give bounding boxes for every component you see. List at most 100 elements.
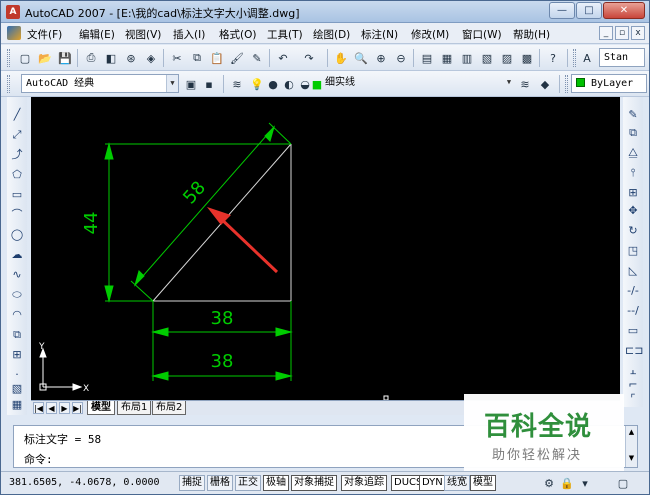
- tool-palettes-icon[interactable]: ▥: [459, 50, 475, 66]
- layer-manager-icon[interactable]: ≋: [229, 76, 245, 92]
- copy-icon[interactable]: ⧉: [189, 50, 205, 66]
- rectangle-icon[interactable]: ▭: [9, 187, 25, 203]
- text-style-combo[interactable]: Stan: [599, 48, 645, 67]
- text-style-icon[interactable]: A: [579, 50, 595, 66]
- osnap-toggle[interactable]: 对象捕捉: [291, 475, 337, 491]
- new-icon[interactable]: ▢: [17, 50, 33, 66]
- make-current-layer-icon[interactable]: ≋: [517, 76, 533, 92]
- erase-icon[interactable]: ✎: [625, 107, 641, 123]
- chevron-down-icon[interactable]: ▼: [503, 74, 515, 91]
- chevron-down-icon[interactable]: ▼: [166, 75, 178, 92]
- layer-lock-icon[interactable]: ◐: [281, 76, 297, 92]
- layer-freeze-icon[interactable]: ●: [265, 76, 281, 92]
- match-properties-icon[interactable]: 🖌: [229, 50, 245, 66]
- construction-line-icon[interactable]: ⤢: [9, 127, 25, 143]
- vertical-dimension-text[interactable]: 44: [81, 212, 102, 235]
- markup-icon[interactable]: ▨: [499, 50, 515, 66]
- paste-icon[interactable]: 📋: [209, 50, 225, 66]
- last-tab-button[interactable]: ▶|: [72, 402, 83, 414]
- hatch-icon[interactable]: ▧: [9, 381, 25, 397]
- tab-layout1[interactable]: 布局1: [117, 401, 152, 415]
- doc-close-button[interactable]: x: [631, 26, 645, 40]
- publish-icon[interactable]: ⊛: [123, 50, 139, 66]
- break-icon[interactable]: ▭: [625, 323, 641, 339]
- model-space-toggle[interactable]: 模型: [470, 475, 496, 491]
- menu-view[interactable]: 视图(V): [125, 27, 161, 42]
- autocad-app-icon[interactable]: A: [6, 5, 20, 19]
- save-icon[interactable]: 💾: [57, 50, 73, 66]
- layer-combo[interactable]: 细实线: [321, 74, 513, 93]
- workspace-settings-icon[interactable]: ▣: [183, 76, 199, 92]
- menu-draw[interactable]: 绘图(D): [313, 27, 350, 42]
- cursor-coordinates[interactable]: 381.6505, -4.0678, 0.0000: [9, 477, 160, 488]
- extend-icon[interactable]: --/: [625, 303, 641, 319]
- workspace-save-icon[interactable]: ▪: [201, 76, 217, 92]
- grid-toggle[interactable]: 栅格: [207, 475, 233, 491]
- otrack-toggle[interactable]: 对象追踪: [341, 475, 387, 491]
- join-icon[interactable]: ⊏⊐: [625, 343, 643, 359]
- line-icon[interactable]: ╱: [9, 107, 25, 123]
- tray-settings-icon[interactable]: ▾: [577, 475, 593, 491]
- workspace-combo[interactable]: AutoCAD 经典 ▼: [21, 74, 179, 93]
- prev-tab-button[interactable]: ◀: [46, 402, 57, 414]
- 3d-dwf-icon[interactable]: ◈: [143, 50, 159, 66]
- open-icon[interactable]: 📂: [37, 50, 53, 66]
- toolbar-grip[interactable]: [7, 49, 10, 67]
- circle-icon[interactable]: ◯: [9, 227, 25, 243]
- polar-toggle[interactable]: 极轴: [263, 475, 289, 491]
- menu-format[interactable]: 格式(O): [219, 27, 256, 42]
- block-editor-icon[interactable]: ✎: [249, 50, 265, 66]
- next-tab-button[interactable]: ▶: [59, 402, 70, 414]
- tab-model[interactable]: 模型: [87, 401, 115, 415]
- stretch-icon[interactable]: ◺: [625, 263, 641, 279]
- calculator-icon[interactable]: ▩: [519, 50, 535, 66]
- design-center-icon[interactable]: ▦: [439, 50, 455, 66]
- undo-icon[interactable]: ↶: [275, 50, 291, 66]
- insert-block-icon[interactable]: ⧉: [9, 327, 25, 343]
- menu-tools[interactable]: 工具(T): [267, 27, 303, 42]
- ellipse-arc-icon[interactable]: ◠: [9, 307, 25, 323]
- trim-icon[interactable]: -/-: [625, 283, 641, 299]
- menu-edit[interactable]: 编辑(E): [79, 27, 115, 42]
- ellipse-icon[interactable]: ⬭: [9, 287, 25, 303]
- lock-toolbar-icon[interactable]: 🔒: [559, 475, 575, 491]
- command-scrollbar[interactable]: ▲ ▼: [625, 426, 637, 467]
- arc-icon[interactable]: ⌒: [9, 207, 25, 223]
- zoom-realtime-icon[interactable]: 🔍: [353, 50, 369, 66]
- copy-object-icon[interactable]: ⧉: [625, 125, 641, 141]
- explode-icon[interactable]: ⌜: [625, 391, 641, 407]
- sheet-set-icon[interactable]: ▧: [479, 50, 495, 66]
- polygon-icon[interactable]: ⬠: [9, 167, 25, 183]
- menu-file[interactable]: 文件(F): [27, 27, 62, 42]
- minimize-button[interactable]: —: [549, 2, 575, 19]
- command-prompt[interactable]: 命令:: [24, 451, 53, 467]
- snap-toggle[interactable]: 捕捉: [179, 475, 205, 491]
- document-icon[interactable]: [7, 26, 21, 40]
- dyn-toggle[interactable]: DYN: [419, 475, 446, 491]
- horizontal-dimension-text-1[interactable]: 38: [211, 308, 234, 329]
- zoom-window-icon[interactable]: ⊕: [373, 50, 389, 66]
- zoom-previous-icon[interactable]: ⊖: [393, 50, 409, 66]
- close-button[interactable]: ✕: [603, 2, 645, 19]
- doc-minimize-button[interactable]: _: [599, 26, 613, 40]
- horizontal-dimension-text-2[interactable]: 38: [211, 351, 234, 372]
- menu-dimension[interactable]: 标注(N): [361, 27, 398, 42]
- mirror-icon[interactable]: ⧋: [625, 145, 641, 161]
- menu-window[interactable]: 窗口(W): [462, 27, 502, 42]
- rotate-icon[interactable]: ↻: [625, 223, 641, 239]
- communication-center-icon[interactable]: ⚙: [541, 475, 557, 491]
- polyline-icon[interactable]: ⤴: [9, 147, 25, 163]
- color-combo[interactable]: ByLayer: [571, 74, 647, 93]
- table-icon[interactable]: ▦: [9, 397, 25, 413]
- doc-restore-button[interactable]: ▫: [615, 26, 629, 40]
- properties-icon[interactable]: ▤: [419, 50, 435, 66]
- layer-on-icon[interactable]: 💡: [249, 76, 265, 92]
- spline-icon[interactable]: ∿: [9, 267, 25, 283]
- plot-preview-icon[interactable]: ◧: [103, 50, 119, 66]
- move-icon[interactable]: ✥: [625, 203, 641, 219]
- pan-icon[interactable]: ✋: [333, 50, 349, 66]
- make-block-icon[interactable]: ⊞: [9, 347, 25, 363]
- tab-layout2[interactable]: 布局2: [152, 401, 187, 415]
- maximize-button[interactable]: □: [576, 2, 602, 19]
- redo-icon[interactable]: ↷: [301, 50, 317, 66]
